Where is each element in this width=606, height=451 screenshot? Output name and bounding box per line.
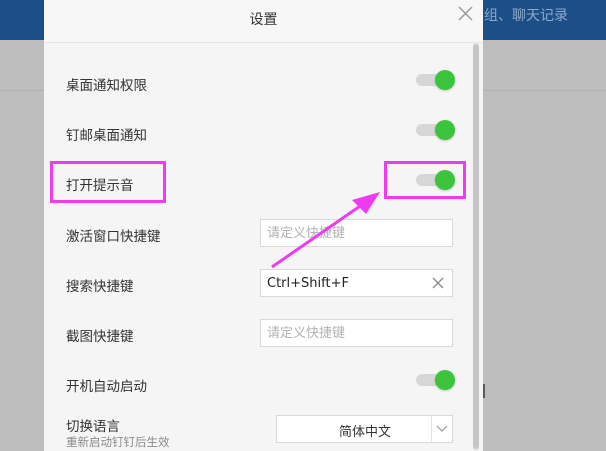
annotation-arrow-icon: [271, 192, 380, 269]
